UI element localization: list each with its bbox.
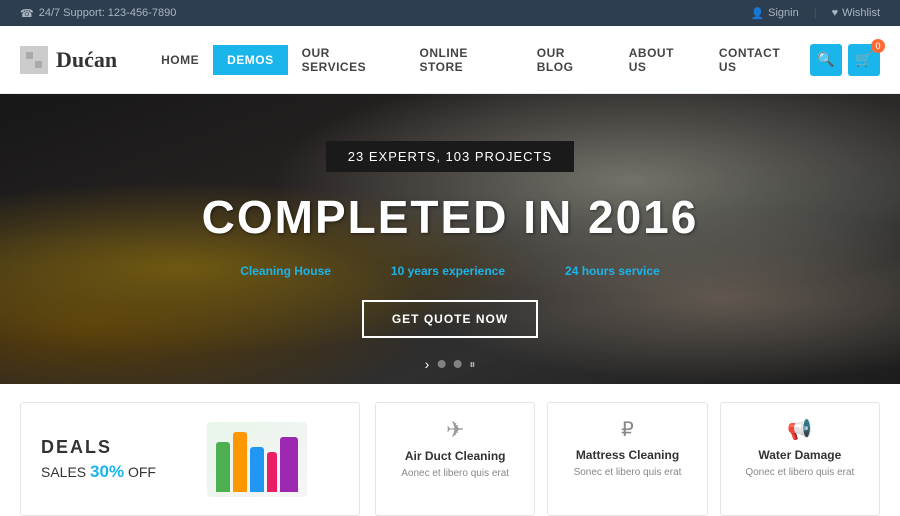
air-duct-icon: ✈: [388, 417, 522, 443]
hero-feature-1: Cleaning House: [240, 264, 331, 278]
bottle-5: [280, 437, 298, 492]
hero-feature-2: 10 years experience: [391, 264, 505, 278]
mattress-icon: ₽: [560, 417, 694, 442]
nav-services[interactable]: OUR SERVICES: [288, 38, 406, 82]
nav-store[interactable]: ONLINE STORE: [406, 38, 523, 82]
air-duct-title: Air Duct Cleaning: [388, 449, 522, 463]
site-logo[interactable]: Dućan: [20, 46, 117, 74]
bottom-section: DEALS SALES 30% OFF ✈ Air Duct Cleaning …: [0, 384, 900, 516]
hero-section: 23 EXPERTS, 103 PROJECTS COMPLETED IN 20…: [0, 94, 900, 384]
nav-home[interactable]: HOME: [147, 45, 213, 75]
deals-discount: 30%: [90, 462, 124, 481]
service-card-water: 📢 Water Damage Qonec et libero quis erat: [720, 402, 880, 516]
signin-link[interactable]: 👤 Signin: [750, 7, 798, 20]
deals-title: DEALS: [41, 437, 156, 458]
nav-demos[interactable]: DEMOS: [213, 45, 288, 75]
support-info: ☎ 24/7 Support: 123-456-7890: [20, 7, 176, 20]
water-damage-icon: 📢: [733, 417, 867, 442]
search-button[interactable]: 🔍: [810, 44, 842, 76]
logo-text: Dućan: [56, 47, 117, 73]
bottle-2: [233, 432, 247, 492]
mattress-title: Mattress Cleaning: [560, 448, 694, 462]
slider-pause[interactable]: ⏸: [469, 357, 475, 372]
bottle-1: [216, 442, 230, 492]
deals-subtitle: SALES 30% OFF: [41, 462, 156, 482]
nav-about[interactable]: ABOUT US: [615, 38, 705, 82]
nav-blog[interactable]: OUR BLOG: [523, 38, 615, 82]
hero-content: 23 EXPERTS, 103 PROJECTS COMPLETED IN 20…: [202, 141, 699, 338]
bottle-4: [267, 452, 277, 492]
cleaning-products-img: [207, 422, 307, 497]
slider-dot-1[interactable]: [437, 360, 445, 368]
mattress-desc: Sonec et libero quis erat: [560, 466, 694, 480]
hero-features: Cleaning House 10 years experience 24 ho…: [202, 264, 699, 278]
service-card-air-duct: ✈ Air Duct Cleaning Aonec et libero quis…: [375, 402, 535, 516]
signin-icon: 👤: [750, 7, 764, 20]
cart-icon: 🛒: [855, 51, 872, 68]
deals-image: [176, 422, 339, 497]
top-bar: ☎ 24/7 Support: 123-456-7890 👤 Signin | …: [0, 0, 900, 26]
hero-feature-3: 24 hours service: [565, 264, 660, 278]
header-actions: 🔍 🛒 0: [810, 44, 880, 76]
slider-arrow[interactable]: ›: [425, 356, 430, 372]
cart-count-badge: 0: [871, 39, 885, 53]
service-card-mattress: ₽ Mattress Cleaning Sonec et libero quis…: [547, 402, 707, 516]
hero-tag: 23 EXPERTS, 103 PROJECTS: [326, 141, 574, 172]
nav-contact[interactable]: CONTACT US: [705, 38, 810, 82]
wishlist-link[interactable]: ♥ Wishlist: [832, 7, 880, 19]
logo-icon: [20, 46, 48, 74]
heart-icon: ♥: [832, 7, 839, 19]
top-bar-right: 👤 Signin | ♥ Wishlist: [750, 7, 880, 20]
hero-title: COMPLETED IN 2016: [202, 190, 699, 244]
get-quote-button[interactable]: GET QUOTE NOW: [362, 300, 538, 338]
deals-card: DEALS SALES 30% OFF: [20, 402, 360, 516]
phone-icon: ☎: [20, 7, 34, 20]
service-cards: ✈ Air Duct Cleaning Aonec et libero quis…: [375, 402, 880, 516]
search-icon: 🔍: [817, 51, 834, 68]
deals-text: DEALS SALES 30% OFF: [41, 437, 156, 482]
slider-controls: › ⏸: [425, 356, 476, 372]
cart-button[interactable]: 🛒 0: [848, 44, 880, 76]
bottle-3: [250, 447, 264, 492]
slider-dot-2[interactable]: [453, 360, 461, 368]
site-header: Dućan HOME DEMOS OUR SERVICES ONLINE STO…: [0, 26, 900, 94]
logo-svg: [25, 51, 43, 69]
water-damage-title: Water Damage: [733, 448, 867, 462]
air-duct-desc: Aonec et libero quis erat: [388, 467, 522, 481]
main-nav: HOME DEMOS OUR SERVICES ONLINE STORE OUR…: [147, 38, 810, 82]
support-text: 24/7 Support: 123-456-7890: [39, 7, 177, 19]
water-damage-desc: Qonec et libero quis erat: [733, 466, 867, 480]
